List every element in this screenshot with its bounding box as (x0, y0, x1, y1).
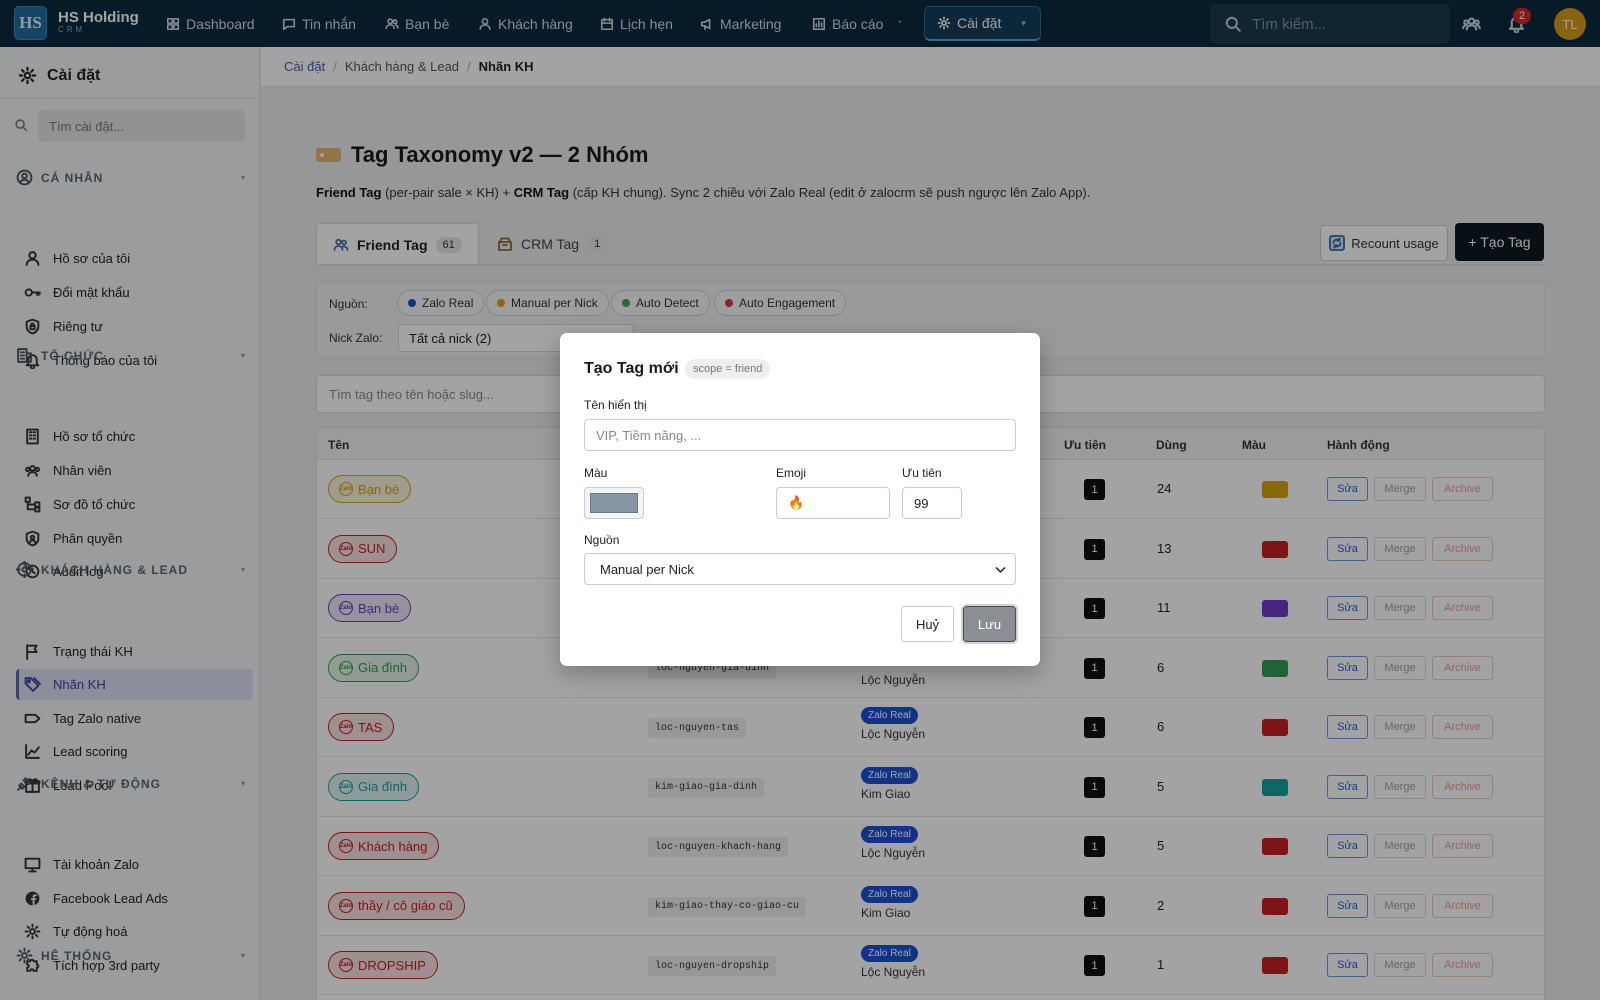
priority-label: Ưu tiên (902, 466, 942, 480)
color-swatch (590, 493, 638, 513)
cancel-button[interactable]: Huỷ (901, 606, 954, 642)
source-label: Nguồn (584, 533, 620, 547)
create-tag-dialog: Tạo Tag mới scope = friend Tên hiển thị … (560, 333, 1040, 666)
display-name-input[interactable]: VIP, Tiềm năng, ... (584, 419, 1016, 451)
color-picker[interactable] (584, 487, 644, 519)
emoji-input[interactable]: 🔥 (776, 487, 890, 519)
display-name-label: Tên hiển thị (584, 398, 647, 412)
dialog-title: Tạo Tag mới (584, 360, 679, 377)
scope-badge: scope = friend (685, 359, 771, 379)
emoji-label: Emoji (776, 466, 807, 480)
priority-input[interactable]: 99 (902, 487, 962, 519)
color-label: Màu (584, 466, 608, 480)
source-select[interactable]: Manual per Nick (584, 553, 1016, 585)
selected-source: Manual per Nick (600, 561, 694, 577)
save-button[interactable]: Lưu (963, 606, 1016, 642)
